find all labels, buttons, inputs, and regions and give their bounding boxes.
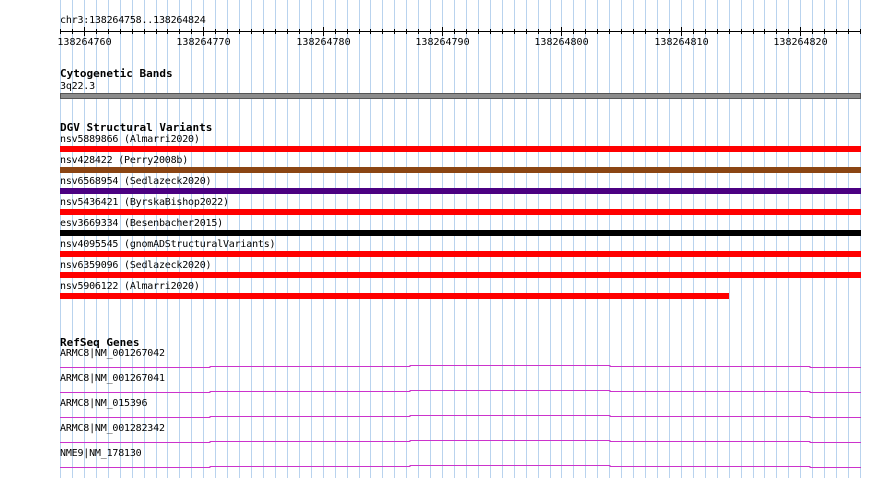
gene-lines [60,365,861,468]
gene-line[interactable] [60,365,861,368]
gene-line[interactable] [60,415,861,418]
gene-line[interactable] [60,390,861,393]
genome-browser-view: chr3:138264758..138264824 138264760 13826… [0,0,890,478]
gene-line[interactable] [60,465,861,468]
gene-line[interactable] [60,440,861,443]
